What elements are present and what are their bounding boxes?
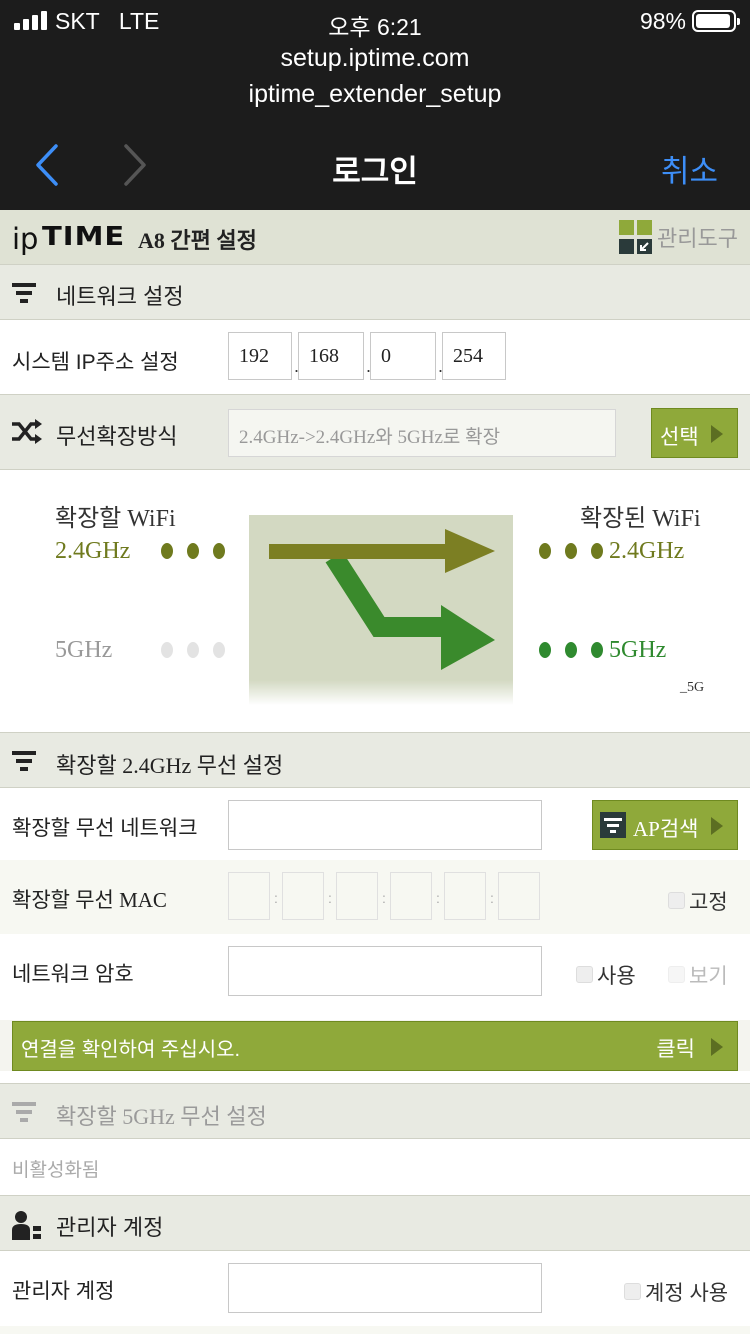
- ip-label: 시스템 IP주소 설정: [12, 351, 179, 374]
- right-24ghz-dots: [539, 543, 603, 559]
- wifi5-status: 비활성화됨: [12, 1160, 100, 1181]
- left-5ghz-label: 5GHz: [55, 637, 113, 663]
- fixed-label: 고정: [689, 891, 728, 914]
- filter-icon: [12, 751, 36, 771]
- routing-arrows-graphic: [249, 515, 513, 705]
- logo-time: TIME: [42, 220, 126, 252]
- wireless-network-row: 확장할 무선 네트워크 AP검색: [0, 788, 750, 860]
- click-label: 클릭: [656, 1038, 695, 1061]
- page-subtitle: iptime_extender_setup: [248, 80, 502, 108]
- tools-icon: [619, 220, 653, 254]
- status-bar: SKT LTE 오후 6:21 98%: [0, 6, 750, 40]
- use-password-label: 사용: [597, 965, 636, 988]
- brand-subtitle: A8 간편 설정: [138, 228, 257, 253]
- admin-user-icon: [12, 1211, 41, 1240]
- confirm-connection-button[interactable]: 연결을 확인하여 주십시오. 클릭: [12, 1021, 738, 1071]
- ssid-suffix: _5G: [680, 680, 705, 695]
- admin-tools-link[interactable]: 관리도구: [619, 220, 738, 254]
- section-title: 확장할 5GHz 무선 설정: [56, 1104, 267, 1129]
- admin-section-header: 관리자 계정: [0, 1195, 750, 1251]
- use-account-checkbox[interactable]: [624, 1283, 641, 1300]
- fixed-checkbox[interactable]: [668, 892, 685, 909]
- mode-row: 무선확장방식 2.4GHz->2.4GHz와 5GHz로 확장 선택: [0, 394, 750, 470]
- password-label: 네트워크 암호: [12, 963, 134, 986]
- mac-row: 확장할 무선 MAC : : : : : 고정: [0, 860, 750, 934]
- mac-label: 확장할 무선 MAC: [12, 888, 167, 912]
- show-password-label: 보기: [689, 965, 728, 988]
- ap-search-button[interactable]: AP검색: [592, 800, 738, 850]
- show-password-checkbox[interactable]: [668, 966, 685, 983]
- mac-field-4[interactable]: [390, 872, 432, 920]
- wifi5-status-row: 비활성화됨: [0, 1139, 750, 1195]
- left-title: 확장할 WiFi: [55, 506, 176, 532]
- tools-label: 관리도구: [657, 226, 738, 251]
- left-5ghz-dots: [161, 642, 225, 658]
- ip-octet-1[interactable]: 192: [228, 332, 292, 380]
- shuffle-icon: [12, 419, 42, 444]
- mode-select-button[interactable]: 선택: [651, 408, 738, 458]
- mac-field-5[interactable]: [444, 872, 486, 920]
- brand-bar: ip TIME A8 간편 설정 관리도구: [0, 210, 750, 265]
- clock: 오후 6:21: [328, 14, 422, 40]
- wireless-network-input[interactable]: [228, 800, 542, 850]
- wifi5-section-header: 확장할 5GHz 무선 설정: [0, 1083, 750, 1139]
- url-text: setup.iptime.com: [280, 44, 470, 72]
- section-title: 네트워크 설정: [56, 284, 184, 309]
- mac-field-2[interactable]: [282, 872, 324, 920]
- password-input[interactable]: [228, 946, 542, 996]
- wireless-network-label: 확장할 무선 네트워크: [12, 817, 198, 840]
- mac-field-6[interactable]: [498, 872, 540, 920]
- use-password-checkbox[interactable]: [576, 966, 593, 983]
- play-icon: [711, 1038, 723, 1056]
- left-24ghz-dots: [161, 543, 225, 559]
- ip-octet-4[interactable]: 254: [442, 332, 506, 380]
- extension-diagram: 확장할 WiFi 확장된 WiFi 2.4GHz 5GHz 2.4GHz 5GH…: [0, 470, 750, 732]
- battery-percent: 98%: [639, 8, 686, 34]
- section-title: 관리자 계정: [56, 1215, 164, 1240]
- password-row: 네트워크 암호 사용 보기: [0, 934, 750, 1020]
- select-button-label: 선택: [660, 426, 699, 449]
- admin-account-input[interactable]: [228, 1263, 542, 1313]
- admin-account-label: 관리자 계정: [12, 1280, 115, 1303]
- mac-field-1[interactable]: [228, 872, 270, 920]
- section-title: 확장할 2.4GHz 무선 설정: [56, 753, 284, 778]
- play-icon: [711, 817, 723, 835]
- play-icon: [711, 425, 723, 443]
- mode-select[interactable]: 2.4GHz->2.4GHz와 5GHz로 확장: [228, 409, 616, 457]
- browser-header: SKT LTE 오후 6:21 98% setup.iptime.com ipt…: [0, 0, 750, 210]
- mac-field-3[interactable]: [336, 872, 378, 920]
- filter-icon: [12, 1102, 36, 1122]
- logo-ip: ip: [12, 222, 39, 256]
- right-5ghz-label: 5GHz: [609, 637, 667, 663]
- mode-label: 무선확장방식: [56, 424, 178, 449]
- admin-account-row: 관리자 계정 계정 사용: [0, 1251, 750, 1334]
- wifi24-section-header: 확장할 2.4GHz 무선 설정: [0, 732, 750, 788]
- right-5ghz-dots: [539, 642, 603, 658]
- ip-octet-3[interactable]: 0: [370, 332, 436, 380]
- ip-row: 시스템 IP주소 설정 192 . 168 . 0 . 254: [0, 320, 750, 394]
- network-section-header: 네트워크 설정: [0, 264, 750, 320]
- right-24ghz-label: 2.4GHz: [609, 538, 685, 564]
- page-title: 로그인: [332, 154, 418, 189]
- left-24ghz-label: 2.4GHz: [55, 538, 131, 564]
- confirm-text: 연결을 확인하여 주십시오.: [21, 1039, 241, 1061]
- cancel-button[interactable]: 취소: [661, 146, 718, 191]
- ip-octet-2[interactable]: 168: [298, 332, 364, 380]
- right-title: 확장된 WiFi: [580, 506, 701, 532]
- use-account-label: 계정 사용: [645, 1282, 729, 1305]
- ap-search-label: AP검색: [633, 817, 699, 841]
- filter-icon: [600, 812, 626, 838]
- filter-icon: [12, 283, 36, 303]
- battery-icon: [692, 10, 740, 32]
